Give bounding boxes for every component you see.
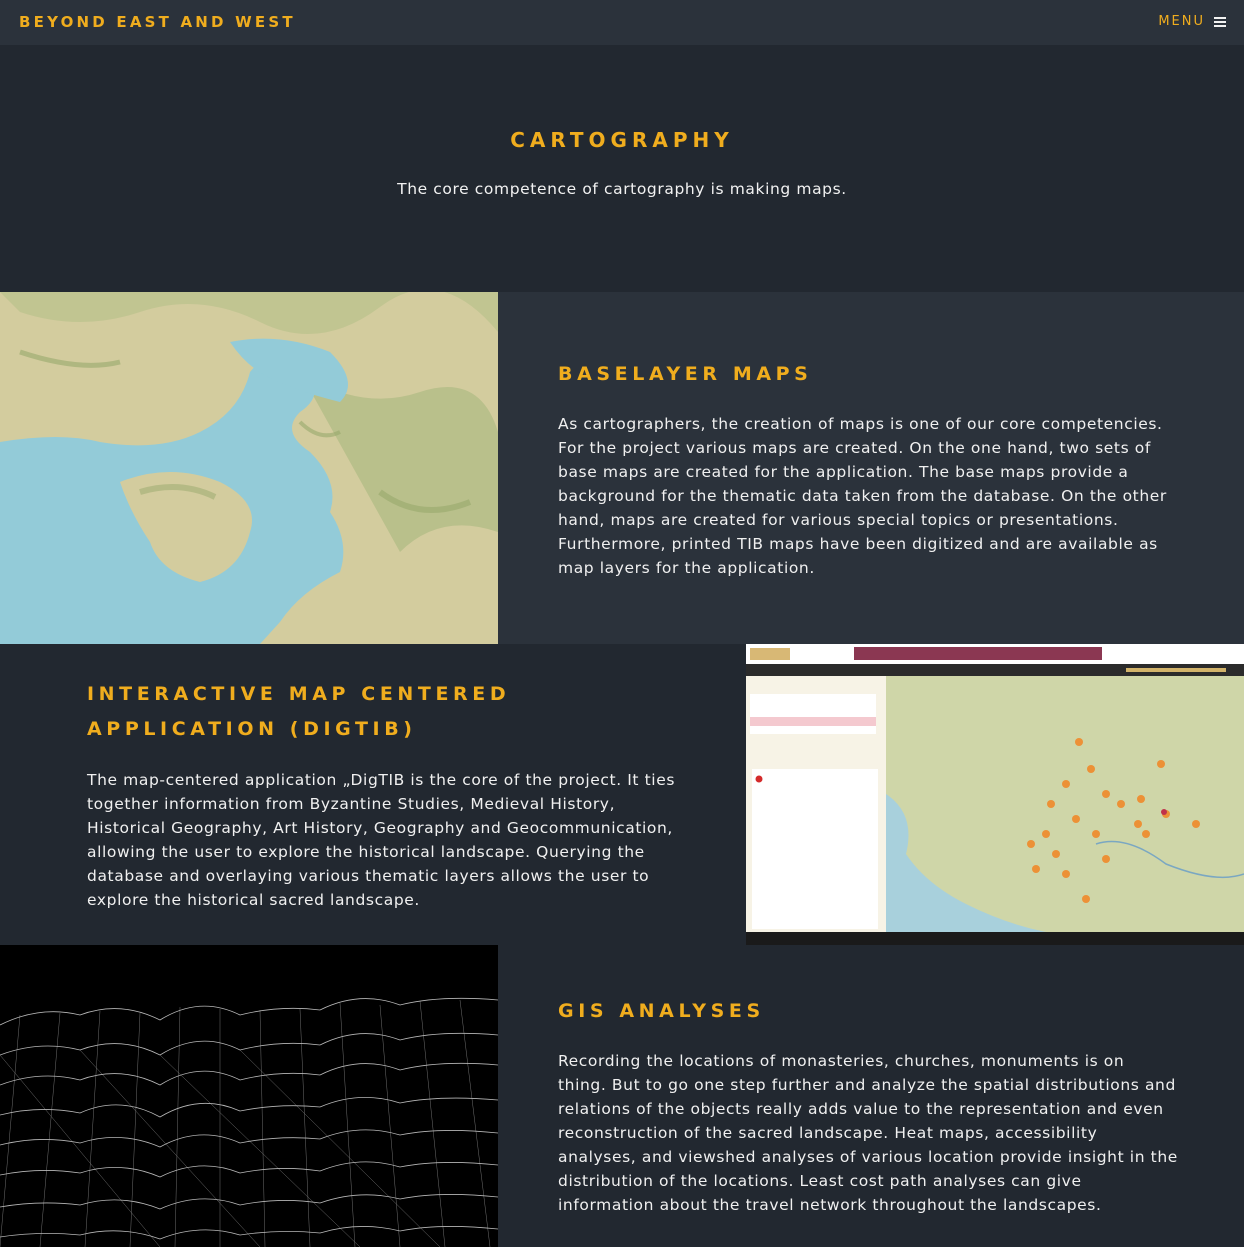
intro-section: CARTOGRAPHY The core competence of carto… bbox=[0, 45, 1244, 292]
section-title-digtib: INTERACTIVE MAP CENTERED APPLICATION (DI… bbox=[87, 683, 511, 740]
intro-text: The core competence of cartography is ma… bbox=[397, 180, 847, 198]
site-brand-link[interactable]: BEYOND EAST AND WEST bbox=[19, 13, 296, 31]
section-text-gis: Recording the locations of monasteries, … bbox=[558, 1052, 1178, 1214]
baselayer-maps-section: BASELAYER MAPS As cartographers, the cre… bbox=[0, 292, 1244, 644]
digtib-section: INTERACTIVE MAP CENTERED APPLICATION (DI… bbox=[0, 644, 1244, 945]
section-text-digtib: The map-centered application „DigTIB is … bbox=[87, 771, 676, 909]
hamburger-icon bbox=[1214, 16, 1226, 27]
section-text-baselayer: As cartographers, the creation of maps i… bbox=[558, 415, 1167, 577]
baselayer-map-image bbox=[0, 292, 498, 644]
gis-analyses-section: GIS ANALYSES Recording the locations of … bbox=[0, 945, 1244, 1247]
top-navigation-bar: BEYOND EAST AND WEST MENU bbox=[0, 0, 1244, 45]
gis-terrain-mesh-image bbox=[0, 945, 498, 1247]
section-title-gis: GIS ANALYSES bbox=[558, 1000, 765, 1022]
menu-button[interactable]: MENU bbox=[1158, 14, 1226, 29]
section-title-baselayer: BASELAYER MAPS bbox=[558, 363, 813, 385]
menu-label: MENU bbox=[1158, 14, 1205, 29]
digtib-screenshot-image bbox=[746, 644, 1244, 945]
page-title: CARTOGRAPHY bbox=[510, 128, 734, 152]
